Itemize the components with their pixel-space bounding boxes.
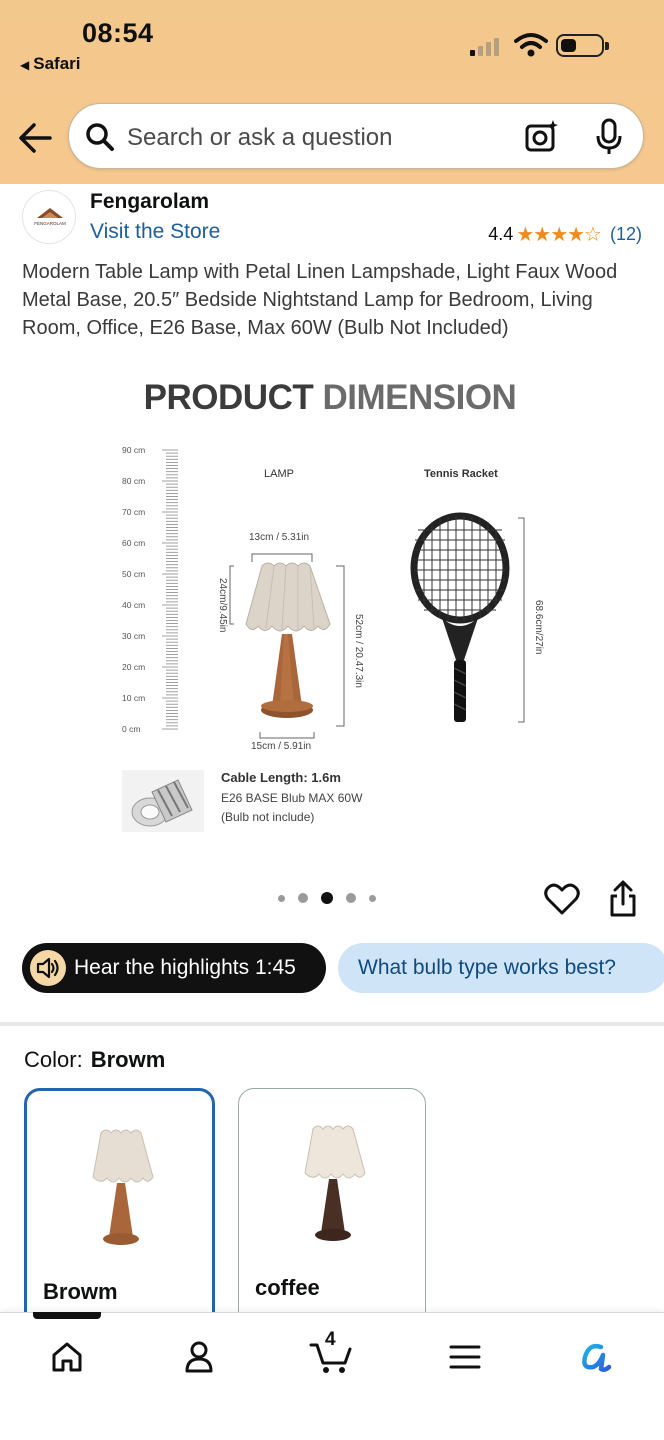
back-app-label: Safari [33,54,81,73]
nav-home[interactable] [42,1335,92,1379]
scale-label: 30 cm [122,631,146,641]
racket-label: Tennis Racket [424,468,498,480]
image-heading-dark: PRODUCT [143,378,314,417]
scale-label: 10 cm [122,693,146,703]
bulb-base-icon [122,770,204,832]
logo-text: FENGAROLAM [34,221,66,226]
menu-icon [449,1345,481,1369]
search-icon [86,123,114,151]
brand-logo[interactable]: FENGAROLAM [22,190,76,244]
home-icon [52,1342,82,1372]
rating-value: 4.4 [488,224,514,244]
product-title: Modern Table Lamp with Petal Linen Lamps… [22,261,618,339]
search-bar[interactable]: Search or ask a question [68,103,644,169]
color-swatch-browm[interactable]: Browm [24,1088,215,1328]
hear-highlights-button[interactable]: Hear the highlights 1:45 [22,943,326,993]
color-swatch-coffee[interactable]: coffee [238,1088,426,1328]
scale-label: 40 cm [122,600,146,610]
scale-label: 20 cm [122,662,146,672]
carousel-dots[interactable] [278,892,376,904]
swatch-label-browm: Browm [43,1279,118,1304]
base-width-label: 15cm / 5.91in [251,741,312,752]
carousel-dot[interactable] [369,894,376,902]
swatch-label-coffee: coffee [255,1275,320,1300]
lamp-illustration [229,553,345,739]
header: 08:54 ◀ Safari Search or ask a question [0,0,664,184]
tennis-racket-illustration [410,512,525,723]
status-time: 08:54 [82,18,154,48]
image-heading-light: DIMENSION [322,378,517,417]
cellular-signal-icon [470,38,499,56]
cable-length-title: Cable Length: 1.6m [221,770,341,785]
carousel-dot[interactable] [346,893,356,903]
bottom-navigation: 4 [0,1312,664,1440]
wifi-icon [514,33,548,57]
nav-menu[interactable] [440,1335,490,1379]
lamp-height-label: 52cm / 20.47.3in [353,614,364,688]
scale-label: 0 cm [122,724,141,734]
scale-label: 60 cm [122,538,146,548]
selected-swatch-tab-indicator [33,1312,101,1319]
microphone-icon[interactable] [595,118,623,156]
lamp-thumbnail-coffee [304,1125,366,1241]
scale-label: 70 cm [122,507,146,517]
shade-width-label: 13cm / 5.31in [249,532,310,543]
color-label-text: Color: [24,1047,83,1072]
battery-icon [556,34,609,57]
racket-length-label: 68.6cm/27in [533,600,544,655]
cart-count-badge: 4 [325,1329,336,1350]
product-image[interactable]: PRODUCT DIMENSION 90 cm 80 cm 70 cm 60 cm 50… [100,370,560,850]
rating-count[interactable]: (12) [610,224,642,245]
back-triangle-icon: ◀ [20,58,30,72]
search-input[interactable]: Search or ask a question [127,124,393,152]
visit-store-link[interactable]: Visit the Store [90,220,220,244]
hear-highlights-label: Hear the highlights 1:45 [74,956,296,979]
section-divider [0,1022,664,1026]
carousel-dot[interactable] [298,893,308,903]
brand-name: Fengarolam [90,190,210,213]
speaker-icon [30,950,66,986]
shade-height-label: 24cm/9.45in [217,578,228,633]
heart-icon[interactable] [544,882,580,916]
bulb-spec-line: E26 BASE Blub MAX 60W [221,791,363,805]
nav-rufus[interactable] [572,1335,622,1379]
share-icon[interactable] [608,880,638,918]
account-icon [185,1341,213,1373]
nav-cart[interactable]: 4 [306,1329,356,1379]
back-to-safari[interactable]: ◀ Safari [20,54,80,74]
nav-account[interactable] [174,1335,224,1379]
rating-summary[interactable]: 4.4 ★★★★☆ (12) [488,222,642,247]
carousel-dot[interactable] [278,894,285,902]
lamp-thumbnail-brown [92,1129,154,1245]
rufus-assistant-icon [582,1343,612,1372]
bulb-note-line: (Bulb not include) [221,810,315,824]
scale-label: 90 cm [122,445,146,455]
suggested-question-chip[interactable]: What bulb type works best? [338,943,664,993]
scale-label: 50 cm [122,569,146,579]
back-arrow-icon[interactable] [16,120,56,156]
selected-color-value: Browm [90,1047,166,1072]
color-label: Color: Browm [24,1047,165,1073]
camera-search-icon[interactable] [524,118,560,154]
lamp-label: LAMP [264,468,294,480]
height-ruler [162,449,178,730]
image-heading: PRODUCT DIMENSION [100,378,560,418]
scale-label: 80 cm [122,476,146,486]
star-rating-icon: ★★★★☆ [516,224,602,246]
carousel-dot[interactable] [321,892,333,904]
